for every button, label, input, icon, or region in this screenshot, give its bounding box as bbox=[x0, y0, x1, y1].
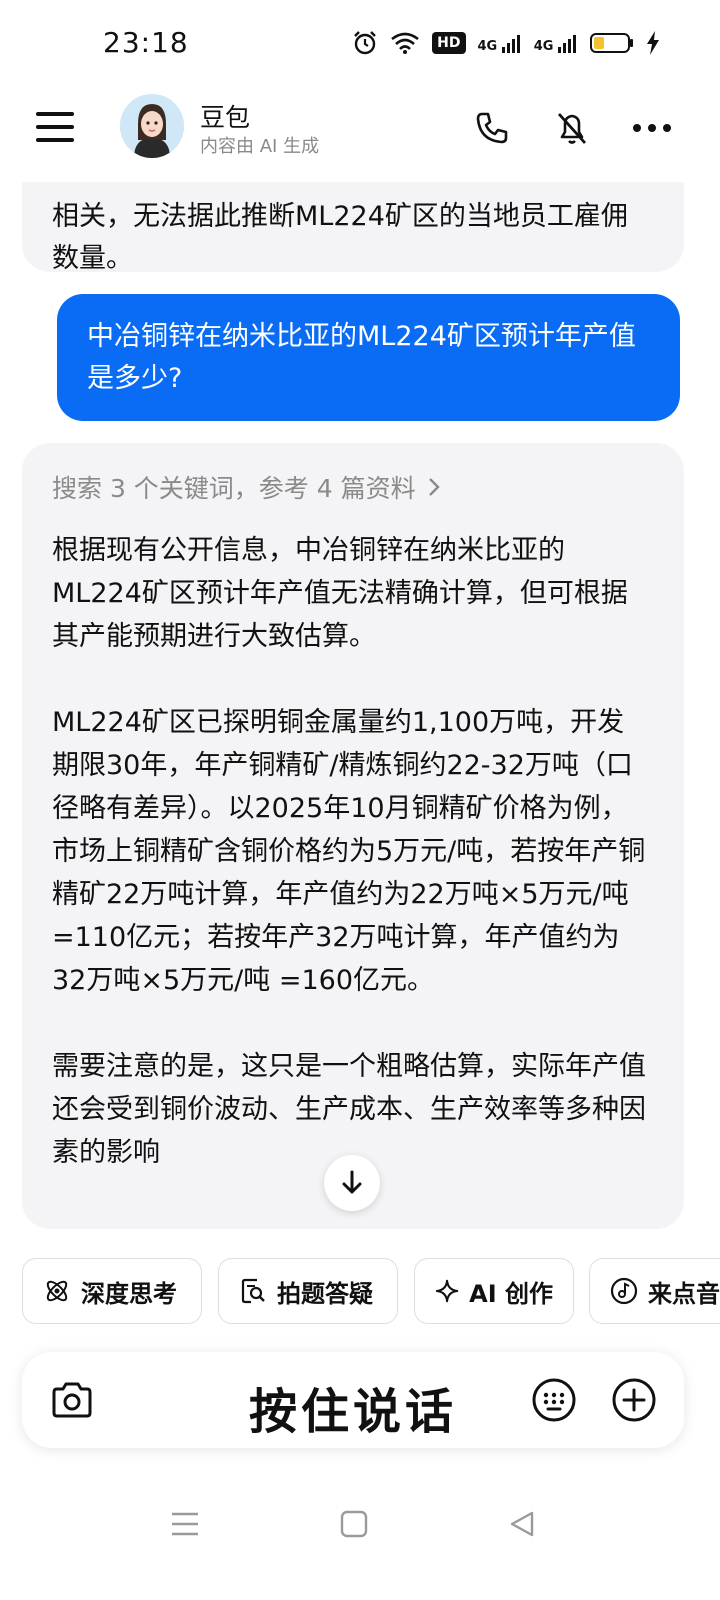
atom-icon bbox=[46, 1280, 68, 1302]
search-summary-text: 搜索 3 个关键词，参考 4 篇资料 bbox=[52, 474, 416, 503]
hold-to-talk-button[interactable]: 按住说话 bbox=[22, 1372, 684, 1442]
hd-badge: HD bbox=[432, 32, 466, 54]
system-nav-bar bbox=[0, 1490, 720, 1560]
sparkle-icon bbox=[435, 1279, 459, 1303]
signal-4g-icon: 4G bbox=[478, 33, 522, 53]
chat-area[interactable]: 相关，无法据此推断ML224矿区的当地员工雇佣数量。 中冶铜锌在纳米比亚的ML2… bbox=[0, 182, 720, 1232]
charging-icon bbox=[647, 31, 659, 55]
chip-label: 来点音乐 bbox=[648, 1279, 720, 1308]
recents-icon[interactable] bbox=[165, 1504, 205, 1544]
chevron-right-icon bbox=[428, 478, 440, 496]
network-label: 4G bbox=[533, 39, 554, 54]
chip-label: 拍题答疑 bbox=[277, 1279, 373, 1308]
music-icon bbox=[610, 1277, 638, 1305]
photo-search-icon bbox=[241, 1278, 265, 1304]
arrow-down-icon bbox=[342, 1170, 362, 1194]
voice-input-bar: 按住说话 bbox=[22, 1352, 684, 1448]
ai-message-bubble: 相关，无法据此推断ML224矿区的当地员工雇佣数量。 bbox=[22, 182, 684, 274]
chip-deep-thinking[interactable]: 深度思考 bbox=[22, 1258, 202, 1324]
user-message-bubble[interactable]: 中冶铜锌在纳米比亚的ML224矿区预计年产值是多少? bbox=[57, 294, 680, 421]
plus-icon[interactable] bbox=[610, 1376, 658, 1424]
phone-icon[interactable] bbox=[470, 106, 514, 150]
alarm-icon bbox=[354, 31, 377, 55]
status-time: 23:18 bbox=[103, 26, 189, 59]
status-bar: 23:18 HD 4G 4G bbox=[0, 0, 720, 86]
battery-icon bbox=[590, 33, 633, 53]
ai-message-bubble: 搜索 3 个关键词，参考 4 篇资料 根据现有公开信息，中冶铜锌在纳米比亚的ML… bbox=[22, 443, 684, 1229]
chip-photo-question[interactable]: 拍题答疑 bbox=[218, 1258, 398, 1324]
chip-label: 深度思考 bbox=[81, 1279, 177, 1308]
ai-paragraph: 需要注意的是，这只是一个粗略估算，实际年产值还会受到铜价波动、生产成本、生产效率… bbox=[52, 1051, 646, 1168]
menu-icon[interactable] bbox=[36, 112, 74, 142]
signal-4g-icon: 4G bbox=[534, 33, 578, 53]
status-icons: HD 4G 4G bbox=[352, 30, 660, 56]
network-label: 4G bbox=[477, 39, 498, 54]
back-icon[interactable] bbox=[502, 1504, 542, 1544]
chip-ai-create[interactable]: AI 创作 bbox=[414, 1258, 574, 1324]
ai-message-text: 相关，无法据此推断ML224矿区的当地员工雇佣数量。 bbox=[52, 201, 628, 274]
scroll-to-bottom-button[interactable] bbox=[324, 1155, 380, 1211]
bot-avatar-image bbox=[120, 94, 184, 158]
more-icon[interactable] bbox=[630, 106, 674, 150]
ai-paragraph: ML224矿区已探明铜金属量约1,100万吨，开发期限30年，年产铜精矿/精炼铜… bbox=[52, 707, 646, 996]
avatar[interactable] bbox=[120, 94, 184, 158]
ai-paragraph: 根据现有公开信息，中冶铜锌在纳米比亚的ML224矿区预计年产值无法精确计算，但可… bbox=[52, 535, 628, 652]
ai-message-text: 根据现有公开信息，中冶铜锌在纳米比亚的ML224矿区预计年产值无法精确计算，但可… bbox=[52, 529, 648, 1174]
mute-icon[interactable] bbox=[550, 106, 594, 150]
ai-disclaimer: 内容由 AI 生成 bbox=[200, 136, 320, 157]
bot-name: 豆包 bbox=[200, 103, 251, 132]
keyboard-icon[interactable] bbox=[530, 1376, 578, 1424]
home-icon[interactable] bbox=[334, 1504, 374, 1544]
search-sources-link[interactable]: 搜索 3 个关键词，参考 4 篇资料 bbox=[52, 469, 442, 505]
chip-label: AI 创作 bbox=[469, 1279, 553, 1308]
chat-header: 豆包 内容由 AI 生成 bbox=[0, 86, 720, 182]
user-message-text: 中冶铜锌在纳米比亚的ML224矿区预计年产值是多少? bbox=[87, 321, 636, 394]
quick-actions: 深度思考 拍题答疑 AI 创作 来点音乐 bbox=[22, 1258, 720, 1326]
chip-music[interactable]: 来点音乐 bbox=[589, 1258, 720, 1324]
wifi-icon bbox=[391, 32, 419, 54]
